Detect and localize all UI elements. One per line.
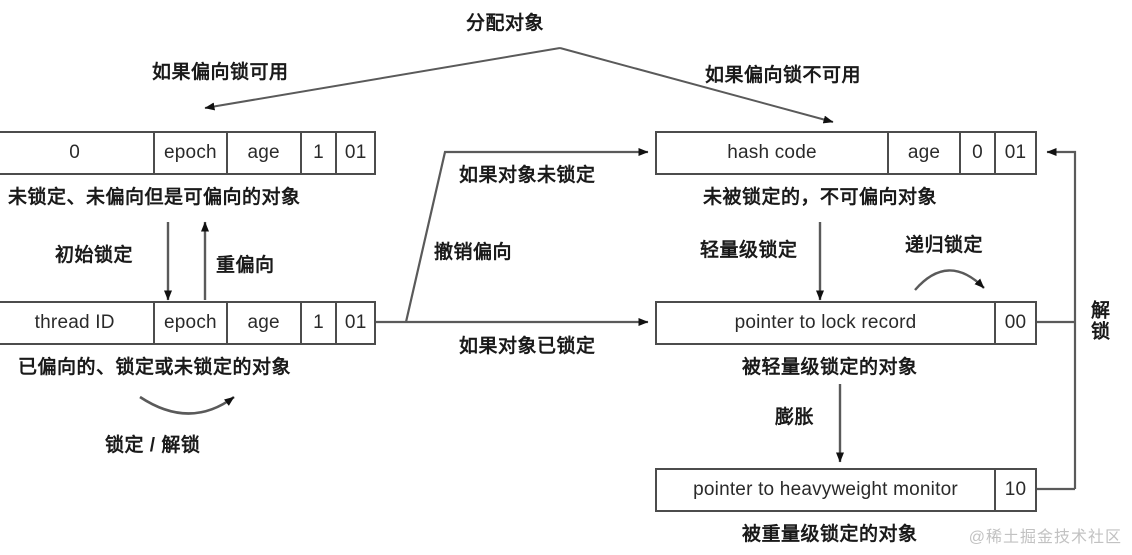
edge-label-recursive-lock: 递归锁定 xyxy=(905,235,984,256)
diagram-canvas: 分配对象 如果偏向锁可用 如果偏向锁不可用 初始锁定 重偏向 锁定 / 解锁 撤… xyxy=(0,0,1132,555)
mark-word-cell-age: age xyxy=(228,133,302,173)
caption-heavyweight: 被重量级锁定的对象 xyxy=(742,524,918,545)
object-header-unlocked: hash code age 0 01 xyxy=(655,131,1037,175)
mark-word-cell-lock-bits: 01 xyxy=(1004,142,1027,163)
mark-word-cell-thread-id: 0 xyxy=(0,133,156,173)
caption-unlocked: 未被锁定的，不可偏向对象 xyxy=(703,187,938,208)
allocate-object-label: 分配对象 xyxy=(466,13,545,34)
edge-label-biasable-unavailable: 如果偏向锁不可用 xyxy=(705,65,862,86)
caption-biased: 已偏向的、锁定或未锁定的对象 xyxy=(18,357,292,378)
edge-label-initial-lock: 初始锁定 xyxy=(55,245,134,266)
watermark: @稀土掘金技术社区 xyxy=(968,529,1122,546)
edge-label-object-locked: 如果对象已锁定 xyxy=(459,336,596,357)
object-header-lightweight: pointer to lock record 00 xyxy=(655,301,1037,345)
edge-label-lightweight-lock: 轻量级锁定 xyxy=(700,240,798,261)
edge-label-unlock: 解锁 xyxy=(1088,300,1109,342)
mark-word-cell-lock-bits: 01 xyxy=(344,142,367,163)
mark-word-cell-epoch: epoch xyxy=(155,303,228,343)
edge-label-biasable-available: 如果偏向锁可用 xyxy=(152,62,289,83)
mark-word-cell-epoch: epoch xyxy=(155,133,228,173)
mark-word-cell-lock-record-pointer: pointer to lock record xyxy=(657,303,996,343)
caption-lightweight: 被轻量级锁定的对象 xyxy=(742,357,918,378)
mark-word-cell-biased-flag: 1 xyxy=(302,303,338,343)
edge-label-lock-unlock: 锁定 / 解锁 xyxy=(105,435,201,456)
object-header-biasable: 0 epoch age 1 01 xyxy=(0,131,376,175)
caption-biasable: 未锁定、未偏向但是可偏向的对象 xyxy=(8,187,301,208)
edge-recursive-lock xyxy=(914,269,985,291)
edge-label-object-unlocked: 如果对象未锁定 xyxy=(459,165,596,186)
mark-word-cell-age: age xyxy=(228,303,302,343)
edge-lock-unlock xyxy=(139,395,235,415)
mark-word-cell-hash-code: hash code xyxy=(657,133,889,173)
object-header-heavyweight: pointer to heavyweight monitor 10 xyxy=(655,468,1037,512)
mark-word-cell-biased-flag: 0 xyxy=(961,133,996,173)
edge-label-rebias: 重偏向 xyxy=(216,255,275,276)
edge-label-revoke-bias: 撤销偏向 xyxy=(434,242,513,263)
mark-word-cell-lock-bits: 00 xyxy=(1004,312,1027,333)
mark-word-cell-age: age xyxy=(889,133,961,173)
mark-word-cell-lock-bits: 01 xyxy=(344,312,367,333)
mark-word-cell-biased-flag: 1 xyxy=(302,133,338,173)
mark-word-cell-thread-id: thread ID xyxy=(0,303,156,343)
edge-unlock xyxy=(1037,148,1077,491)
edge-label-inflate: 膨胀 xyxy=(775,407,815,428)
mark-word-cell-lock-bits: 10 xyxy=(1004,479,1027,500)
object-header-biased: thread ID epoch age 1 01 xyxy=(0,301,376,345)
mark-word-cell-monitor-pointer: pointer to heavyweight monitor xyxy=(657,470,996,510)
